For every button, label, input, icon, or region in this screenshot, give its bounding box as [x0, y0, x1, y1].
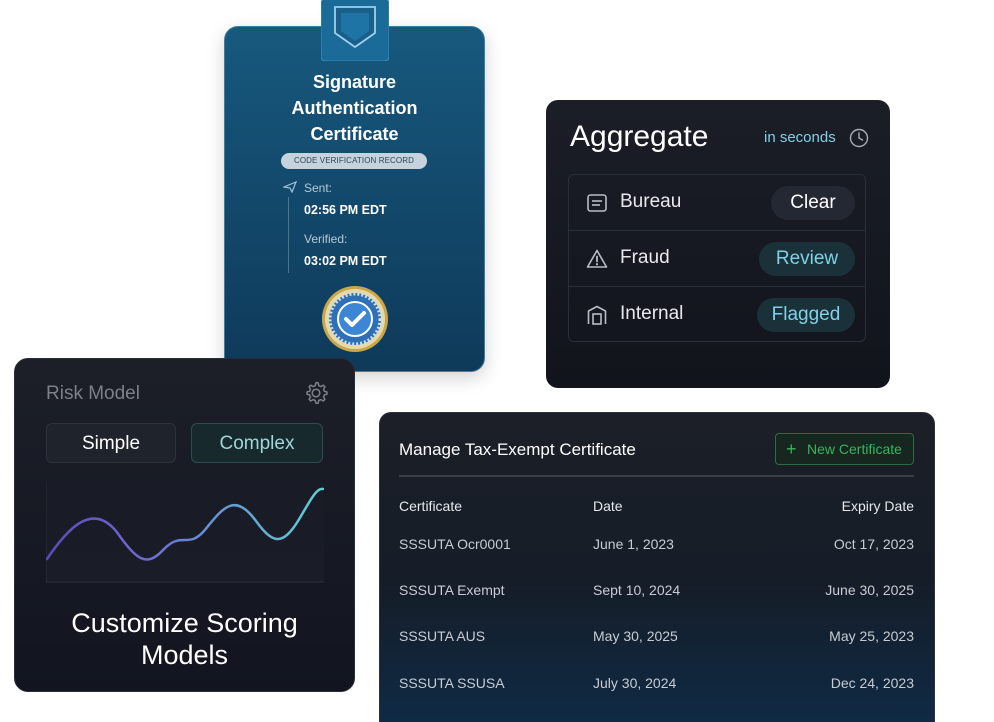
sent-label: Sent: [304, 181, 333, 195]
cell-certificate: SSSUTA Ocr0001 [399, 536, 511, 552]
timeline-line [288, 197, 289, 273]
risk-model-card: Risk Model Simple Complex Customize Scor… [14, 358, 355, 692]
column-header-date[interactable]: Date [593, 498, 623, 514]
warning-icon [586, 249, 608, 268]
verified-seal-icon [322, 286, 388, 352]
column-header-certificate[interactable]: Certificate [399, 498, 462, 514]
aggregate-title: Aggregate [570, 120, 709, 153]
document-icon [587, 194, 607, 212]
record-label-pill: CODE VERIFICATION RECORD [281, 153, 427, 169]
list-item-label: Internal [620, 303, 684, 324]
list-item-bureau[interactable]: Bureau Clear [569, 175, 865, 231]
verified-time: 03:02 PM EDT [304, 254, 387, 268]
cell-certificate: SSSUTA AUS [399, 628, 486, 644]
status-badge: Review [759, 242, 855, 276]
caption-line: Models [140, 640, 229, 670]
certificate-title-line: Certificate [310, 124, 399, 144]
cell-expiry-date: May 25, 2023 [829, 628, 914, 644]
risk-model-caption: Customize Scoring Models [15, 607, 354, 671]
certificate-title-line: Signature [312, 72, 396, 92]
verified-label: Verified: [304, 232, 348, 246]
cell-expiry-date: Oct 17, 2023 [833, 536, 914, 552]
score-curve-chart [46, 481, 324, 583]
badge-clip-icon [321, 0, 389, 61]
new-certificate-button[interactable]: + New Certificate [775, 433, 914, 465]
aggregate-card: Aggregate in seconds Bureau Clear Fraud … [546, 100, 890, 388]
list-item-fraud[interactable]: Fraud Review [569, 231, 865, 287]
cell-expiry-date: June 30, 2025 [825, 582, 914, 598]
sent-time: 02:56 PM EDT [304, 203, 387, 217]
tab-simple[interactable]: Simple [46, 423, 176, 463]
signature-certificate-card: Signature Authentication Certificate COD… [224, 0, 485, 372]
cell-certificate: SSSUTA Exempt [399, 582, 505, 598]
cell-certificate: SSSUTA SSUSA [399, 675, 505, 691]
plus-icon: + [786, 439, 797, 459]
caption-line: Customize Scoring [71, 608, 298, 638]
cell-expiry-date: Dec 24, 2023 [830, 675, 914, 691]
gear-icon[interactable] [303, 380, 329, 406]
divider [399, 475, 914, 477]
status-badge: Flagged [757, 298, 855, 332]
status-badge: Clear [771, 186, 855, 220]
tab-complex[interactable]: Complex [191, 423, 323, 463]
list-item-internal[interactable]: Internal Flagged [569, 287, 865, 343]
certificate-title: Signature Authentication Certificate [225, 69, 484, 147]
column-header-expiry-date[interactable]: Expiry Date [842, 498, 914, 514]
new-certificate-label: New Certificate [807, 441, 902, 457]
time-unit-label: in seconds [764, 129, 836, 146]
certificate-title-line: Authentication [291, 98, 418, 118]
cell-date: May 30, 2025 [593, 628, 678, 644]
cell-date: June 1, 2023 [593, 536, 674, 552]
building-icon [587, 305, 607, 325]
send-icon [283, 181, 297, 193]
cell-date: Sept 10, 2024 [593, 582, 681, 598]
risk-model-title: Risk Model [46, 383, 140, 404]
aggregate-list: Bureau Clear Fraud Review Internal Flagg… [568, 174, 866, 342]
list-item-label: Fraud [620, 247, 670, 268]
cell-date: July 30, 2024 [593, 675, 677, 691]
tax-card-title: Manage Tax-Exempt Certificate [399, 440, 636, 459]
list-item-label: Bureau [620, 191, 682, 212]
tax-exempt-certificate-card: Manage Tax-Exempt Certificate + New Cert… [379, 412, 935, 722]
clock-icon [849, 128, 869, 148]
